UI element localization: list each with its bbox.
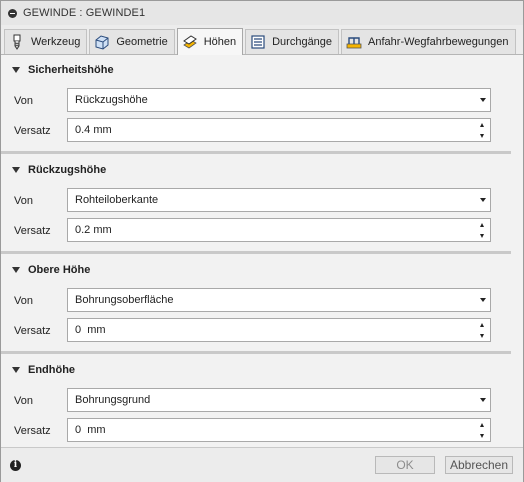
section-title: Rückzugshöhe [28,164,107,176]
spinner[interactable] [475,119,489,141]
versatz-row: Versatz 0.4 mm [1,118,523,144]
versatz-value: 0 mm [75,324,106,336]
tool-icon [9,34,25,50]
info-icon[interactable]: i [10,460,21,471]
versatz-label: Versatz [14,425,51,437]
ok-button[interactable]: OK [375,456,435,474]
spin-down-icon[interactable] [480,233,484,238]
chevron-down-icon [480,398,486,402]
dialog-title: GEWINDE : GEWINDE1 [23,7,146,19]
versatz-label: Versatz [14,125,51,137]
versatz-row: Versatz 0 mm [1,318,523,344]
section-rueckzugshoehe: Rückzugshöhe Von Rohteiloberkante Versat… [1,157,523,242]
section-header[interactable]: Rückzugshöhe [1,157,523,183]
spin-up-icon[interactable] [480,222,484,227]
cancel-button[interactable]: Abbrechen [445,456,513,474]
von-row: Von Rückzugshöhe [1,88,523,114]
tab-label: Anfahr-Wegfahrbewegungen [368,36,509,48]
section-header[interactable]: Endhöhe [1,357,523,383]
tab-hoehen[interactable]: Höhen [176,28,244,55]
von-label: Von [14,95,33,107]
versatz-row: Versatz 0 mm [1,418,523,444]
tab-bar: Werkzeug Geometrie Höhen Durchgänge Anfa… [1,26,523,55]
dropdown-value: Bohrungsoberfläche [75,294,174,306]
caret-down-icon[interactable] [12,67,20,73]
tab-werkzeug[interactable]: Werkzeug [4,29,88,54]
chevron-down-icon [480,198,486,202]
spin-down-icon[interactable] [480,433,484,438]
heights-icon [182,34,198,50]
section-divider [1,251,511,254]
caret-down-icon[interactable] [12,167,20,173]
spinner[interactable] [475,219,489,241]
versatz-label: Versatz [14,325,51,337]
scrollbar[interactable] [511,55,523,447]
von-label: Von [14,195,33,207]
section-title: Sicherheitshöhe [28,64,114,76]
von-label: Von [14,395,33,407]
versatz-value: 0.2 mm [75,224,112,236]
section-header[interactable]: Obere Höhe [1,257,523,283]
spin-up-icon[interactable] [480,422,484,427]
geometry-icon [94,34,110,50]
section-header[interactable]: Sicherheitshöhe [1,57,523,83]
spinner[interactable] [475,419,489,441]
dialog-footer: i OK Abbrechen [1,447,523,482]
passes-icon [250,34,266,50]
von-dropdown[interactable]: Rückzugshöhe [67,88,491,112]
dropdown-value: Rohteiloberkante [75,194,159,206]
versatz-stepper[interactable]: 0 mm [67,418,491,442]
section-title: Endhöhe [28,364,76,376]
tab-label: Werkzeug [31,36,81,48]
von-label: Von [14,295,33,307]
tab-label: Höhen [203,36,237,48]
tab-label: Durchgänge [272,36,333,48]
von-dropdown[interactable]: Rohteiloberkante [67,188,491,212]
tab-label: Geometrie [116,36,168,48]
chevron-down-icon [480,298,486,302]
versatz-stepper[interactable]: 0 mm [67,318,491,342]
section-sicherheitshoehe: Sicherheitshöhe Von Rückzugshöhe Versatz… [1,57,523,142]
section-divider [1,351,511,354]
spin-down-icon[interactable] [480,333,484,338]
chevron-down-icon [480,98,486,102]
dropdown-value: Bohrungsgrund [75,394,151,406]
dropdown-value: Rückzugshöhe [75,94,148,106]
dialog-window: GEWINDE : GEWINDE1 Werkzeug Geometrie Hö… [0,0,524,482]
section-obere-hoehe: Obere Höhe Von Bohrungsoberfläche Versat… [1,257,523,342]
spin-up-icon[interactable] [480,122,484,127]
spin-up-icon[interactable] [480,322,484,327]
spinner[interactable] [475,319,489,341]
von-dropdown[interactable]: Bohrungsgrund [67,388,491,412]
tab-content-hoehen: Sicherheitshöhe Von Rückzugshöhe Versatz… [1,55,523,447]
section-endhoehe: Endhöhe Von Bohrungsgrund Versatz 0 mm [1,357,523,442]
section-title: Obere Höhe [28,264,91,276]
tab-durchgaenge[interactable]: Durchgänge [245,29,340,54]
von-row: Von Bohrungsgrund [1,388,523,414]
versatz-value: 0 mm [75,424,106,436]
tab-anfahr-wegfahrbewegungen[interactable]: Anfahr-Wegfahrbewegungen [341,29,516,54]
versatz-stepper[interactable]: 0.2 mm [67,218,491,242]
von-row: Von Rohteiloberkante [1,188,523,214]
versatz-stepper[interactable]: 0.4 mm [67,118,491,142]
title-bar: GEWINDE : GEWINDE1 [1,1,523,25]
caret-down-icon[interactable] [12,367,20,373]
von-dropdown[interactable]: Bohrungsoberfläche [67,288,491,312]
versatz-label: Versatz [14,225,51,237]
caret-down-icon[interactable] [12,267,20,273]
tab-geometrie[interactable]: Geometrie [89,29,175,54]
collapse-icon[interactable] [8,8,17,18]
von-row: Von Bohrungsoberfläche [1,288,523,314]
section-divider [1,151,511,154]
linking-icon [346,34,362,50]
versatz-row: Versatz 0.2 mm [1,218,523,244]
versatz-value: 0.4 mm [75,124,112,136]
spin-down-icon[interactable] [480,133,484,138]
